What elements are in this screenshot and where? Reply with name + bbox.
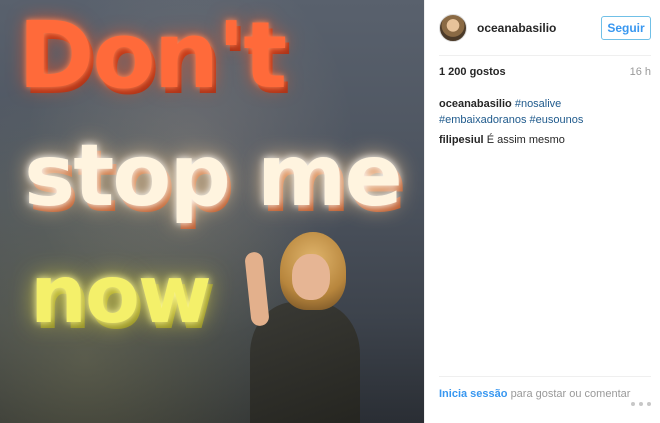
comments-list: oceanabasilio #nosalive #embaixadoranos …: [439, 96, 651, 152]
hashtag-link[interactable]: #embaixadoranos: [439, 114, 526, 126]
comment-user[interactable]: filipesiul: [439, 134, 484, 146]
hashtag-link[interactable]: #eusounos: [530, 114, 584, 126]
neon-sign-line-1: Don't: [18, 2, 287, 109]
likes-count[interactable]: 1 200 gostos: [439, 66, 506, 82]
post-time[interactable]: 16 h: [630, 66, 651, 82]
comment-item: filipesiul É assim mesmo: [439, 132, 651, 148]
hashtag-link[interactable]: #nosalive: [515, 98, 561, 110]
follow-button[interactable]: Seguir: [601, 15, 651, 40]
post-stats: 1 200 gostos 16 h: [439, 66, 651, 82]
username-link[interactable]: oceanabasilio: [477, 21, 601, 35]
login-link[interactable]: Inicia sessão: [439, 388, 508, 400]
neon-sign-line-2: stop me: [24, 126, 403, 226]
post-photo[interactable]: Don't stop me now: [0, 0, 424, 423]
login-prompt: Inicia sessão para gostar ou comentar: [439, 387, 631, 401]
comment-text: É assim mesmo: [486, 134, 565, 146]
neon-sign-line-3: now: [30, 248, 212, 341]
caption: oceanabasilio #nosalive #embaixadoranos …: [439, 96, 651, 128]
post-header: oceanabasilio Seguir: [439, 0, 651, 56]
post-sidebar: oceanabasilio Seguir 1 200 gostos 16 h o…: [424, 0, 660, 423]
more-options-icon[interactable]: [631, 399, 651, 409]
avatar[interactable]: [439, 13, 467, 42]
login-prompt-text: para gostar ou comentar: [510, 388, 631, 400]
caption-user[interactable]: oceanabasilio: [439, 98, 512, 110]
person-figure: [240, 232, 370, 423]
instagram-post: Don't stop me now oceanabasilio Seguir 1…: [0, 0, 660, 423]
post-footer: Inicia sessão para gostar ou comentar: [439, 376, 651, 423]
